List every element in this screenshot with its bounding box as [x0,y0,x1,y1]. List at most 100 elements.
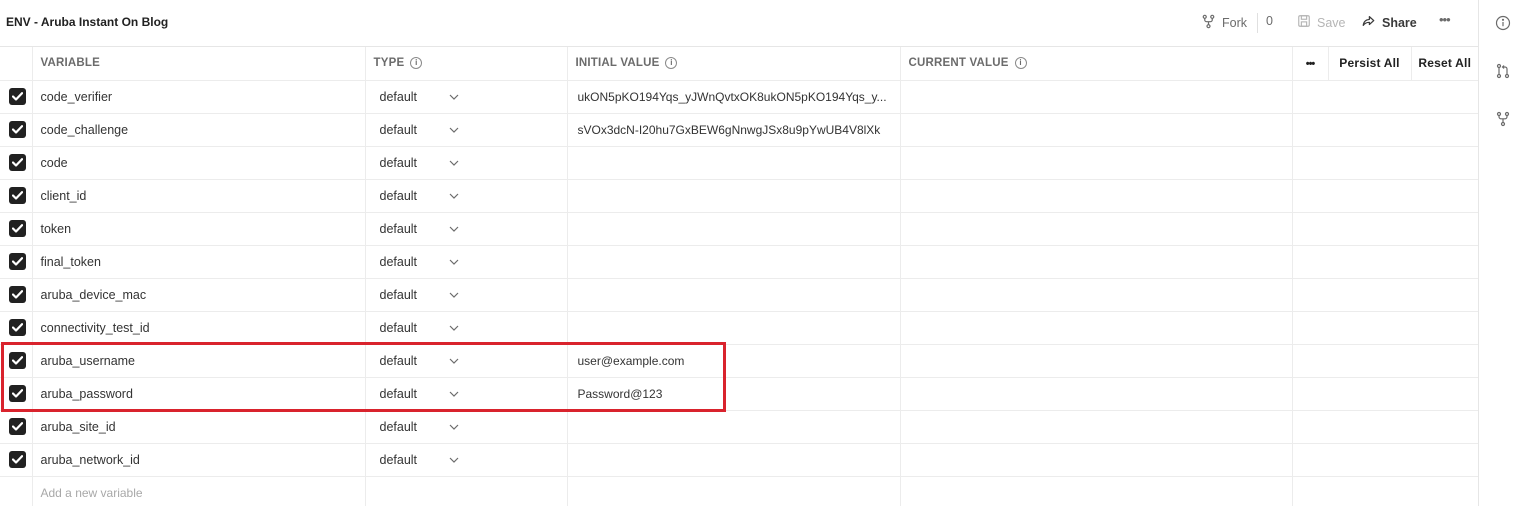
add-variable-row[interactable]: Add a new variable [0,476,1478,506]
variable-name-cell[interactable]: aruba_device_mac [32,278,366,312]
type-select[interactable]: default [365,146,568,180]
variable-name-cell[interactable]: aruba_username [32,344,366,378]
add-variable-cell[interactable]: Add a new variable [32,476,366,506]
table-row[interactable]: aruba_network_id default [0,443,1478,477]
environment-title[interactable]: ENV - Aruba Instant On Blog [6,15,168,29]
variable-name-cell[interactable]: code_challenge [32,113,366,147]
info-icon[interactable] [1493,13,1513,33]
row-enabled-cell [0,377,33,411]
variable-name-cell[interactable]: code_verifier [32,80,366,114]
reset-all-button[interactable]: Reset All [1411,47,1478,81]
type-select[interactable]: default [365,245,568,279]
variable-name-cell[interactable]: aruba_site_id [32,410,366,444]
type-select[interactable]: default [365,113,568,147]
type-select[interactable]: default [365,443,568,477]
current-value-cell[interactable] [900,179,1293,213]
row-enabled-checkbox[interactable] [9,418,26,435]
initial-value-cell[interactable] [567,179,901,213]
table-row[interactable]: client_id default [0,179,1478,213]
variable-name-cell[interactable]: final_token [32,245,366,279]
row-enabled-checkbox[interactable] [9,385,26,402]
variable-name-cell[interactable]: token [32,212,366,246]
more-actions-button[interactable]: ••• [1439,12,1451,27]
table-row[interactable]: aruba_device_mac default [0,278,1478,312]
persist-all-button[interactable]: Persist All [1328,47,1412,81]
table-row[interactable]: aruba_password default Password@123 [0,377,1478,411]
table-row[interactable]: connectivity_test_id default [0,311,1478,345]
initial-value-cell[interactable] [567,212,901,246]
initial-value-column-header: INITIAL VALUE i [567,47,901,81]
table-row[interactable]: final_token default [0,245,1478,279]
variable-name-cell[interactable]: code [32,146,366,180]
fork-icon [1201,14,1216,32]
column-options-button[interactable]: ••• [1292,47,1329,81]
initial-value-cell[interactable] [567,410,901,444]
current-value-cell[interactable] [900,113,1293,147]
initial-value-cell[interactable] [567,311,901,345]
initial-value-cell[interactable]: Password@123 [567,377,901,411]
current-value-cell[interactable] [900,278,1293,312]
save-button[interactable]: Save [1297,14,1346,31]
row-enabled-checkbox[interactable] [9,154,26,171]
current-value-cell[interactable] [900,311,1293,345]
row-enabled-checkbox[interactable] [9,220,26,237]
chevron-down-icon [449,193,459,199]
row-enabled-checkbox[interactable] [9,88,26,105]
variable-name-cell[interactable]: aruba_network_id [32,443,366,477]
chevron-down-icon [449,226,459,232]
current-value-cell[interactable] [900,146,1293,180]
initial-value-cell[interactable]: user@example.com [567,344,901,378]
type-select[interactable]: default [365,80,568,114]
row-enabled-checkbox[interactable] [9,352,26,369]
row-spacer [1292,278,1478,312]
info-icon[interactable]: i [665,57,678,70]
table-row[interactable]: code_challenge default sVOx3dcN-I20hu7GxBE… [0,113,1478,147]
initial-value-cell[interactable]: ukON5pKO194Yqs_yJWnQvtxOK8ukON5pKO194Yqs… [567,80,901,114]
variable-header-label: VARIABLE [40,57,101,70]
current-value-cell[interactable] [900,245,1293,279]
variable-name-cell[interactable]: client_id [32,179,366,213]
row-enabled-checkbox[interactable] [9,253,26,270]
current-value-cell[interactable] [900,377,1293,411]
table-row[interactable]: token default [0,212,1478,246]
initial-value-cell[interactable] [567,443,901,477]
type-select[interactable]: default [365,410,568,444]
table-row[interactable]: code_verifier default ukON5pKO194Yqs_yJWnQ… [0,80,1478,114]
row-enabled-checkbox[interactable] [9,451,26,468]
current-value-cell[interactable] [900,443,1293,477]
initial-value-cell[interactable]: sVOx3dcN-I20hu7GxBEW6gNnwgJSx8u9pYwUB4V8… [567,113,901,147]
current-value-cell[interactable] [900,344,1293,378]
initial-value-cell[interactable] [567,245,901,279]
row-enabled-cell [0,443,33,477]
current-value-cell[interactable] [900,212,1293,246]
row-enabled-checkbox[interactable] [9,187,26,204]
table-row[interactable]: aruba_site_id default [0,410,1478,444]
type-select[interactable]: default [365,311,568,345]
info-icon[interactable]: i [1014,57,1027,70]
variable-name-cell[interactable]: connectivity_test_id [32,311,366,345]
type-select[interactable]: default [365,344,568,378]
fork-button[interactable]: Fork [1201,14,1247,32]
type-select[interactable]: default [365,377,568,411]
type-value: default [379,353,418,368]
row-enabled-checkbox[interactable] [9,319,26,336]
initial-value-cell[interactable] [567,146,901,180]
table-row[interactable]: code default [0,146,1478,180]
pull-request-icon[interactable] [1493,61,1513,81]
share-button[interactable]: Share [1361,14,1417,31]
row-spacer [1292,146,1478,180]
type-select[interactable]: default [365,278,568,312]
fork-count: 0 [1266,14,1273,28]
initial-value-cell[interactable] [567,278,901,312]
add-variable-input[interactable]: Add a new variable [33,486,365,500]
row-enabled-checkbox[interactable] [9,286,26,303]
type-select[interactable]: default [365,179,568,213]
current-value-cell[interactable] [900,80,1293,114]
current-value-cell[interactable] [900,410,1293,444]
row-enabled-checkbox[interactable] [9,121,26,138]
branch-icon[interactable] [1493,109,1513,129]
type-select[interactable]: default [365,212,568,246]
variable-name-cell[interactable]: aruba_password [32,377,366,411]
info-icon[interactable]: i [410,57,423,70]
table-row[interactable]: aruba_username default user@example.com [0,344,1478,378]
